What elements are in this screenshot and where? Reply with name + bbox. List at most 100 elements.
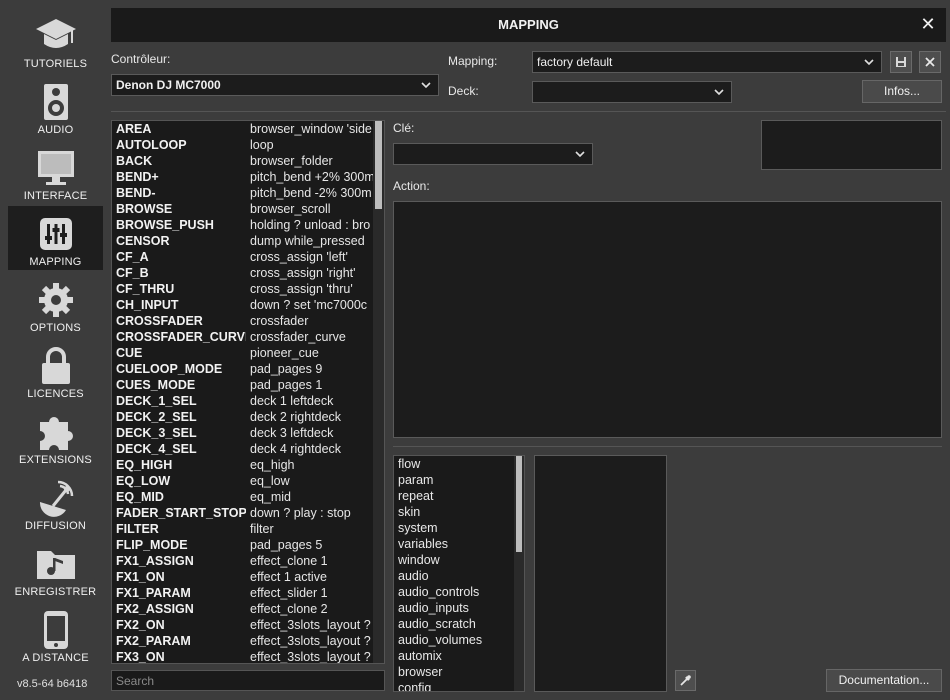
mapping-action: dump while_pressed <box>250 234 365 248</box>
sidebar-item-audio[interactable]: AUDIO <box>8 74 103 138</box>
mapping-action: effect_clone 2 <box>250 602 328 616</box>
delete-mapping-button[interactable] <box>919 51 941 73</box>
sidebar-item-mapping[interactable]: MAPPING <box>8 206 103 270</box>
close-button[interactable]: ✕ <box>919 15 937 33</box>
sidebar-item-label: AUDIO <box>37 124 74 136</box>
table-row[interactable]: CF_A cross_assign 'left' <box>112 249 376 265</box>
table-row[interactable]: BROWSE browser_scroll <box>112 201 376 217</box>
sidebar-item-a-distance[interactable]: A DISTANCE <box>8 602 103 666</box>
sidebar-item-extensions[interactable]: EXTENSIONS <box>8 404 103 468</box>
table-row[interactable]: FILTER filter <box>112 521 376 537</box>
mapping-key: FX2_PARAM <box>116 634 191 648</box>
table-row[interactable]: FX2_ON effect_3slots_layout ? <box>112 617 376 633</box>
verb-category-list[interactable]: flow param repeat skin system variables window… <box>393 455 525 692</box>
sidebar-item-label: TUTORIELS <box>23 58 88 70</box>
action-editor[interactable] <box>393 201 942 438</box>
table-row[interactable]: CUELOOP_MODE pad_pages 9 <box>112 361 376 377</box>
table-row[interactable]: CF_THRU cross_assign 'thru' <box>112 281 376 297</box>
mapping-key: FX2_ASSIGN <box>116 602 194 616</box>
table-row[interactable]: CROSSFADER_CURVE crossfader_curve <box>112 329 376 345</box>
mapping-key: FX1_ON <box>116 570 165 584</box>
category-list-scrollbar[interactable] <box>514 456 524 691</box>
mapping-action: effect_clone 1 <box>250 554 328 568</box>
deck-select[interactable] <box>532 81 732 103</box>
table-row[interactable]: EQ_HIGH eq_high <box>112 457 376 473</box>
mapping-action: down ? play : stop <box>250 506 351 520</box>
list-item[interactable]: window <box>398 552 440 568</box>
table-row[interactable]: CF_B cross_assign 'right' <box>112 265 376 281</box>
table-row[interactable]: CUE pioneer_cue <box>112 345 376 361</box>
list-item[interactable]: system <box>398 520 438 536</box>
sidebar-item-options[interactable]: OPTIONS <box>8 272 103 336</box>
table-row[interactable]: BACK browser_folder <box>112 153 376 169</box>
table-row[interactable]: CROSSFADER crossfader <box>112 313 376 329</box>
verb-list[interactable] <box>534 455 667 692</box>
table-row[interactable]: FX1_PARAM effect_slider 1 <box>112 585 376 601</box>
table-row[interactable]: AREA browser_window 'side <box>112 121 376 137</box>
mapping-key: CF_THRU <box>116 282 175 296</box>
list-item[interactable]: audio_scratch <box>398 616 476 632</box>
table-row[interactable]: DECK_4_SEL deck 4 rightdeck <box>112 441 376 457</box>
table-row[interactable]: FX2_ASSIGN effect_clone 2 <box>112 601 376 617</box>
save-button[interactable] <box>890 51 912 73</box>
mapping-key: BEND- <box>116 186 156 200</box>
mapping-key: DECK_1_SEL <box>116 394 197 408</box>
list-item[interactable]: config <box>398 680 431 691</box>
mapping-key: FADER_START_STOP <box>116 506 246 520</box>
table-row[interactable]: EQ_LOW eq_low <box>112 473 376 489</box>
scrollbar-thumb[interactable] <box>375 121 382 209</box>
table-row[interactable]: FADER_START_STOP down ? play : stop <box>112 505 376 521</box>
list-item[interactable]: repeat <box>398 488 433 504</box>
mapping-value: factory default <box>537 55 613 69</box>
table-row[interactable]: FX1_ASSIGN effect_clone 1 <box>112 553 376 569</box>
documentation-button[interactable]: Documentation... <box>826 669 942 692</box>
list-item[interactable]: audio_inputs <box>398 600 469 616</box>
list-item[interactable]: browser <box>398 664 442 680</box>
picker-button[interactable] <box>675 670 696 691</box>
graduation-cap-icon <box>8 14 103 58</box>
key-select[interactable] <box>393 143 593 165</box>
list-item[interactable]: audio_controls <box>398 584 479 600</box>
mapping-key: CENSOR <box>116 234 170 248</box>
list-item[interactable]: skin <box>398 504 420 520</box>
table-row[interactable]: FX1_ON effect 1 active <box>112 569 376 585</box>
mapping-list[interactable]: AREA browser_window 'side AUTOLOOP loop BACK… <box>111 120 385 664</box>
table-row[interactable]: BROWSE_PUSH holding ? unload : bro <box>112 217 376 233</box>
table-row[interactable]: CH_INPUT down ? set 'mc7000c <box>112 297 376 313</box>
mapping-list-scrollbar[interactable] <box>373 121 384 663</box>
sidebar-item-diffusion[interactable]: DIFFUSION <box>8 470 103 534</box>
list-item[interactable]: variables <box>398 536 448 552</box>
mapping-key: EQ_HIGH <box>116 458 173 472</box>
sidebar-item-tutoriels[interactable]: TUTORIELS <box>8 8 103 72</box>
table-row[interactable]: FX2_PARAM effect_3slots_layout ? <box>112 633 376 649</box>
list-item[interactable]: audio_volumes <box>398 632 482 648</box>
list-item[interactable]: flow <box>398 456 420 472</box>
table-row[interactable]: BEND+ pitch_bend +2% 300m <box>112 169 376 185</box>
list-item[interactable]: audio <box>398 568 429 584</box>
table-row[interactable]: EQ_MID eq_mid <box>112 489 376 505</box>
scrollbar-thumb[interactable] <box>516 456 522 552</box>
table-row[interactable]: CUES_MODE pad_pages 1 <box>112 377 376 393</box>
controller-select[interactable]: Denon DJ MC7000 <box>111 74 439 96</box>
mapping-action: effect_3slots_layout ? <box>250 634 371 648</box>
broadcast-icon <box>8 476 103 520</box>
table-row[interactable]: DECK_2_SEL deck 2 rightdeck <box>112 409 376 425</box>
list-item[interactable]: automix <box>398 648 442 664</box>
sidebar-item-licences[interactable]: LICENCES <box>8 338 103 402</box>
list-item[interactable]: param <box>398 472 433 488</box>
table-row[interactable]: AUTOLOOP loop <box>112 137 376 153</box>
search-input[interactable] <box>111 670 385 691</box>
table-row[interactable]: FX3_ON effect_3slots_layout ? <box>112 649 376 663</box>
table-row[interactable]: CENSOR dump while_pressed <box>112 233 376 249</box>
table-row[interactable]: DECK_1_SEL deck 1 leftdeck <box>112 393 376 409</box>
mapping-key: DECK_4_SEL <box>116 442 197 456</box>
sidebar-item-label: DIFFUSION <box>24 520 87 532</box>
infos-button[interactable]: Infos... <box>862 80 942 103</box>
sidebar-item-interface[interactable]: INTERFACE <box>8 140 103 204</box>
table-row[interactable]: BEND-pitch_bend -2% 300m <box>112 185 376 201</box>
table-row[interactable]: DECK_3_SEL deck 3 leftdeck <box>112 425 376 441</box>
sidebar-item-enregistrer[interactable]: ENREGISTRER <box>8 536 103 600</box>
table-row[interactable]: FLIP_MODE pad_pages 5 <box>112 537 376 553</box>
chevron-down-icon <box>575 151 585 158</box>
mapping-select[interactable]: factory default <box>532 51 882 73</box>
